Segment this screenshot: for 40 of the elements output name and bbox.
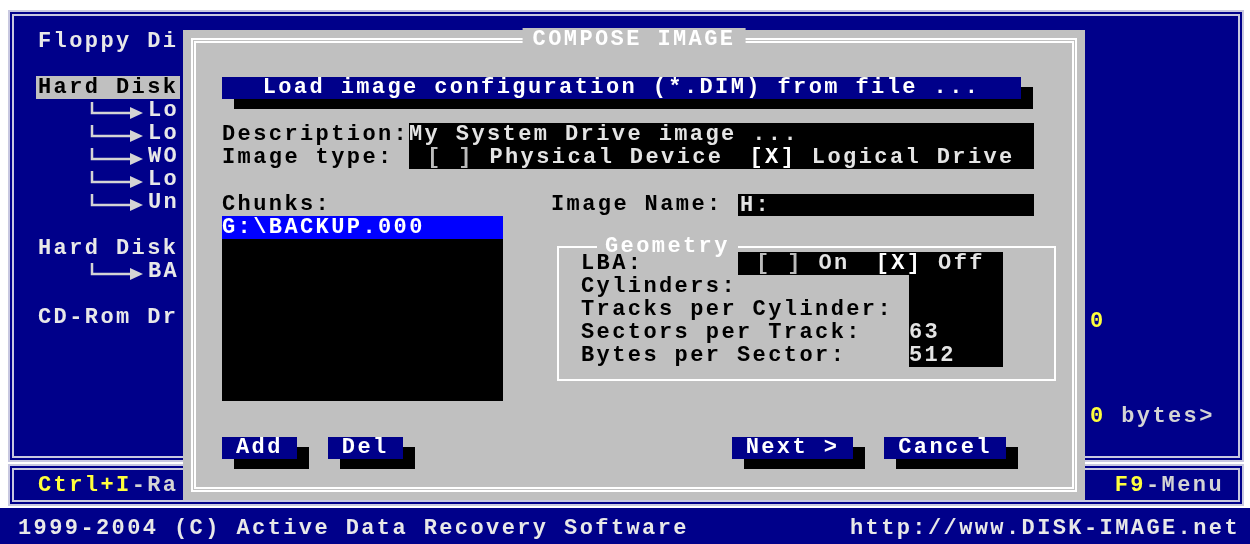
field-label: Sectors per Track: (581, 321, 863, 344)
value-field[interactable]: 512 (909, 344, 1003, 367)
field-label: Description: (222, 123, 409, 146)
partition-item[interactable]: Un (146, 191, 182, 214)
partition-item[interactable]: Lo (146, 122, 182, 145)
button[interactable]: Del (327, 437, 415, 469)
field-label: Cylinders: (581, 275, 739, 298)
field-label: Image type: (222, 146, 395, 169)
drive-group[interactable]: Hard Disk (36, 237, 181, 260)
button[interactable]: Next > (731, 437, 866, 469)
checkbox-option[interactable]: [ ] On (756, 252, 850, 275)
checkbox-option[interactable]: [ ] Physical Device (427, 146, 724, 169)
chunk-item[interactable]: G:\BACKUP.000 (222, 216, 503, 239)
checkbox-option[interactable]: [X] Off (875, 252, 985, 275)
field-label: Bytes per Sector: (581, 344, 848, 367)
hotkey-hint: Ctrl+I-Ra (38, 473, 179, 497)
value-field[interactable]: 63 (909, 321, 1003, 344)
description-field[interactable]: My System Drive image ... (409, 123, 1034, 146)
group-title: Geometry (605, 238, 731, 256)
image-name-field[interactable]: H: (738, 193, 1034, 216)
chunk-list[interactable]: G:\BACKUP.000 (222, 216, 503, 401)
button[interactable]: Add (222, 437, 309, 469)
partition-item[interactable]: WO (146, 145, 182, 168)
field-label: Image Name: (551, 193, 724, 216)
hotkey-hint: F9-Menu (1114, 473, 1224, 497)
drive-group[interactable]: Floppy Di (36, 30, 181, 53)
checkbox-option[interactable]: [X] Logical Drive (749, 146, 1015, 169)
partition-item[interactable]: BA (146, 260, 182, 283)
partition-item[interactable]: Lo (146, 99, 182, 122)
drive-group[interactable]: Hard Disk (36, 76, 181, 99)
drive-group[interactable]: CD-Rom Dr (36, 306, 181, 329)
field-label: Tracks per Cylinder: (581, 298, 895, 321)
size-readout: 0 bytes> (1090, 405, 1215, 428)
field-label: Chunks: (222, 193, 333, 216)
size-readout: 0 (1090, 310, 1106, 333)
copyright-text: 1999-2004 (C) Active Data Recovery Software (18, 516, 689, 540)
load-config-button[interactable]: Load image configuration (*.DIM) from file ... (222, 77, 1033, 109)
button[interactable]: Cancel (884, 437, 1018, 469)
partition-item[interactable]: Lo (146, 168, 182, 191)
website-link[interactable]: http://www.DISK-IMAGE.net (849, 516, 1240, 540)
